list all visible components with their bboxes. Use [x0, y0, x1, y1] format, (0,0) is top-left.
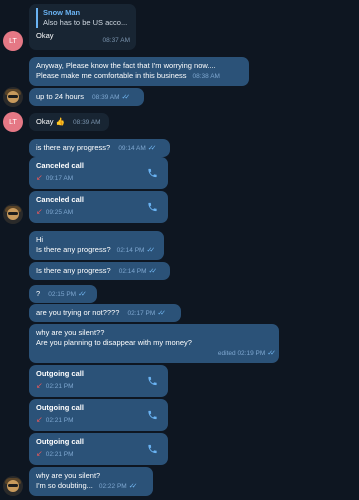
call-arrow-icon: ↙ [36, 173, 43, 182]
reply-quote[interactable]: Snow Man Also has to be US acco... [36, 8, 129, 28]
message-outgoing[interactable]: why are you silent? I'm so doubting... 02… [29, 467, 153, 496]
message-time: 08:38 AM [192, 73, 220, 80]
message-time: edited 02:19 PM [217, 350, 266, 357]
double-check-icon: ✓✓ [128, 483, 138, 490]
message-line: Hi [36, 235, 44, 244]
call-time: 09:25 AM [45, 209, 74, 216]
double-check-icon: ✓✓ [157, 310, 166, 317]
message-time: 08:37 AM [102, 37, 130, 44]
message-time: 09:14 AM [118, 145, 146, 152]
double-check-icon: ✓✓ [121, 94, 131, 101]
message-line: Anyway, Please know the fact that I'm wo… [36, 61, 216, 70]
message-time: 02:22 PM [98, 483, 127, 490]
call-title: Outgoing call [36, 403, 84, 412]
message-time: 02:15 PM [48, 291, 77, 298]
call-time: 09:17 AM [45, 175, 74, 182]
call-title: Canceled call [36, 195, 84, 204]
double-check-icon: ✓✓ [146, 247, 155, 254]
call-arrow-icon: ↙ [36, 415, 43, 424]
message-outgoing[interactable]: ? 02:15 PM ✓✓ [29, 285, 97, 303]
message-outgoing[interactable]: why are you silent?? Are you planning to… [29, 324, 279, 363]
message-time: 08:39 AM [92, 94, 120, 101]
message-time: 02:14 PM [118, 268, 147, 275]
phone-icon[interactable] [147, 202, 158, 213]
message-time: 02:17 PM [127, 310, 156, 317]
call-bubble[interactable]: Outgoing call ↙ 02:21 PM [29, 399, 168, 431]
message-text: is there any progress? [36, 143, 111, 152]
call-title: Canceled call [36, 161, 84, 170]
message-line: Are you planning to disappear with my mo… [36, 338, 192, 347]
message-line: why are you silent? [36, 471, 101, 480]
call-title: Outgoing call [36, 369, 84, 378]
message-line: Please make me comfortable in this busin… [36, 71, 187, 80]
double-check-icon: ✓✓ [148, 268, 158, 275]
call-arrow-icon: ↙ [36, 381, 43, 390]
avatar-me[interactable] [3, 87, 23, 107]
phone-icon[interactable] [147, 376, 158, 387]
avatar-lt[interactable]: LT [3, 112, 23, 132]
call-bubble[interactable]: Outgoing call ↙ 02:21 PM [29, 365, 168, 397]
double-check-icon: ✓✓ [267, 350, 276, 357]
message-text: are you trying or not???? [36, 308, 120, 317]
call-arrow-icon: ↙ [36, 207, 43, 216]
message-text: ? [36, 289, 41, 298]
message-outgoing[interactable]: Anyway, Please know the fact that I'm wo… [29, 57, 249, 86]
message-incoming-okay[interactable]: Snow Man Also has to be US acco... Okay … [29, 4, 136, 50]
call-bubble[interactable]: Outgoing call ↙ 02:21 PM [29, 433, 168, 465]
phone-icon[interactable] [147, 168, 158, 179]
message-outgoing[interactable]: are you trying or not???? 02:17 PM ✓✓ [29, 304, 181, 322]
avatar-me[interactable] [3, 204, 23, 224]
reply-text: Also has to be US acco... [43, 18, 128, 27]
call-arrow-icon: ↙ [36, 449, 43, 458]
avatar-me[interactable] [3, 476, 23, 496]
message-text: Okay [36, 31, 54, 40]
call-time: 02:21 PM [45, 383, 74, 390]
message-outgoing[interactable]: Hi Is there any progress? 02:14 PM ✓✓ [29, 231, 164, 260]
message-outgoing[interactable]: Is there any progress? 02:14 PM ✓✓ [29, 262, 170, 280]
message-line: I'm so doubting... [36, 481, 93, 490]
call-title: Outgoing call [36, 437, 84, 446]
message-text: Is there any progress? [36, 266, 111, 275]
double-check-icon: ✓✓ [147, 145, 157, 152]
call-time: 02:21 PM [45, 451, 74, 458]
reply-sender-name: Snow Man [43, 8, 81, 17]
double-check-icon: ✓✓ [78, 291, 87, 298]
message-text: Okay 👍 [36, 117, 65, 126]
avatar-lt[interactable]: LT [3, 31, 23, 51]
message-incoming[interactable]: Okay 👍 08:39 AM [29, 113, 109, 131]
message-text: up to 24 hours [36, 92, 84, 101]
call-bubble[interactable]: Canceled call ↙ 09:25 AM [29, 191, 168, 223]
message-line: why are you silent?? [36, 328, 105, 337]
phone-icon[interactable] [147, 410, 158, 421]
call-time: 02:21 PM [45, 417, 74, 424]
message-time: 08:39 AM [73, 119, 101, 126]
message-time: 02:14 PM [116, 247, 145, 254]
message-line: Is there any progress? [36, 245, 111, 254]
call-bubble[interactable]: Canceled call ↙ 09:17 AM [29, 157, 168, 189]
message-outgoing[interactable]: is there any progress? 09:14 AM ✓✓ [29, 139, 170, 157]
message-outgoing[interactable]: up to 24 hours 08:39 AM ✓✓ [29, 88, 144, 106]
phone-icon[interactable] [147, 444, 158, 455]
